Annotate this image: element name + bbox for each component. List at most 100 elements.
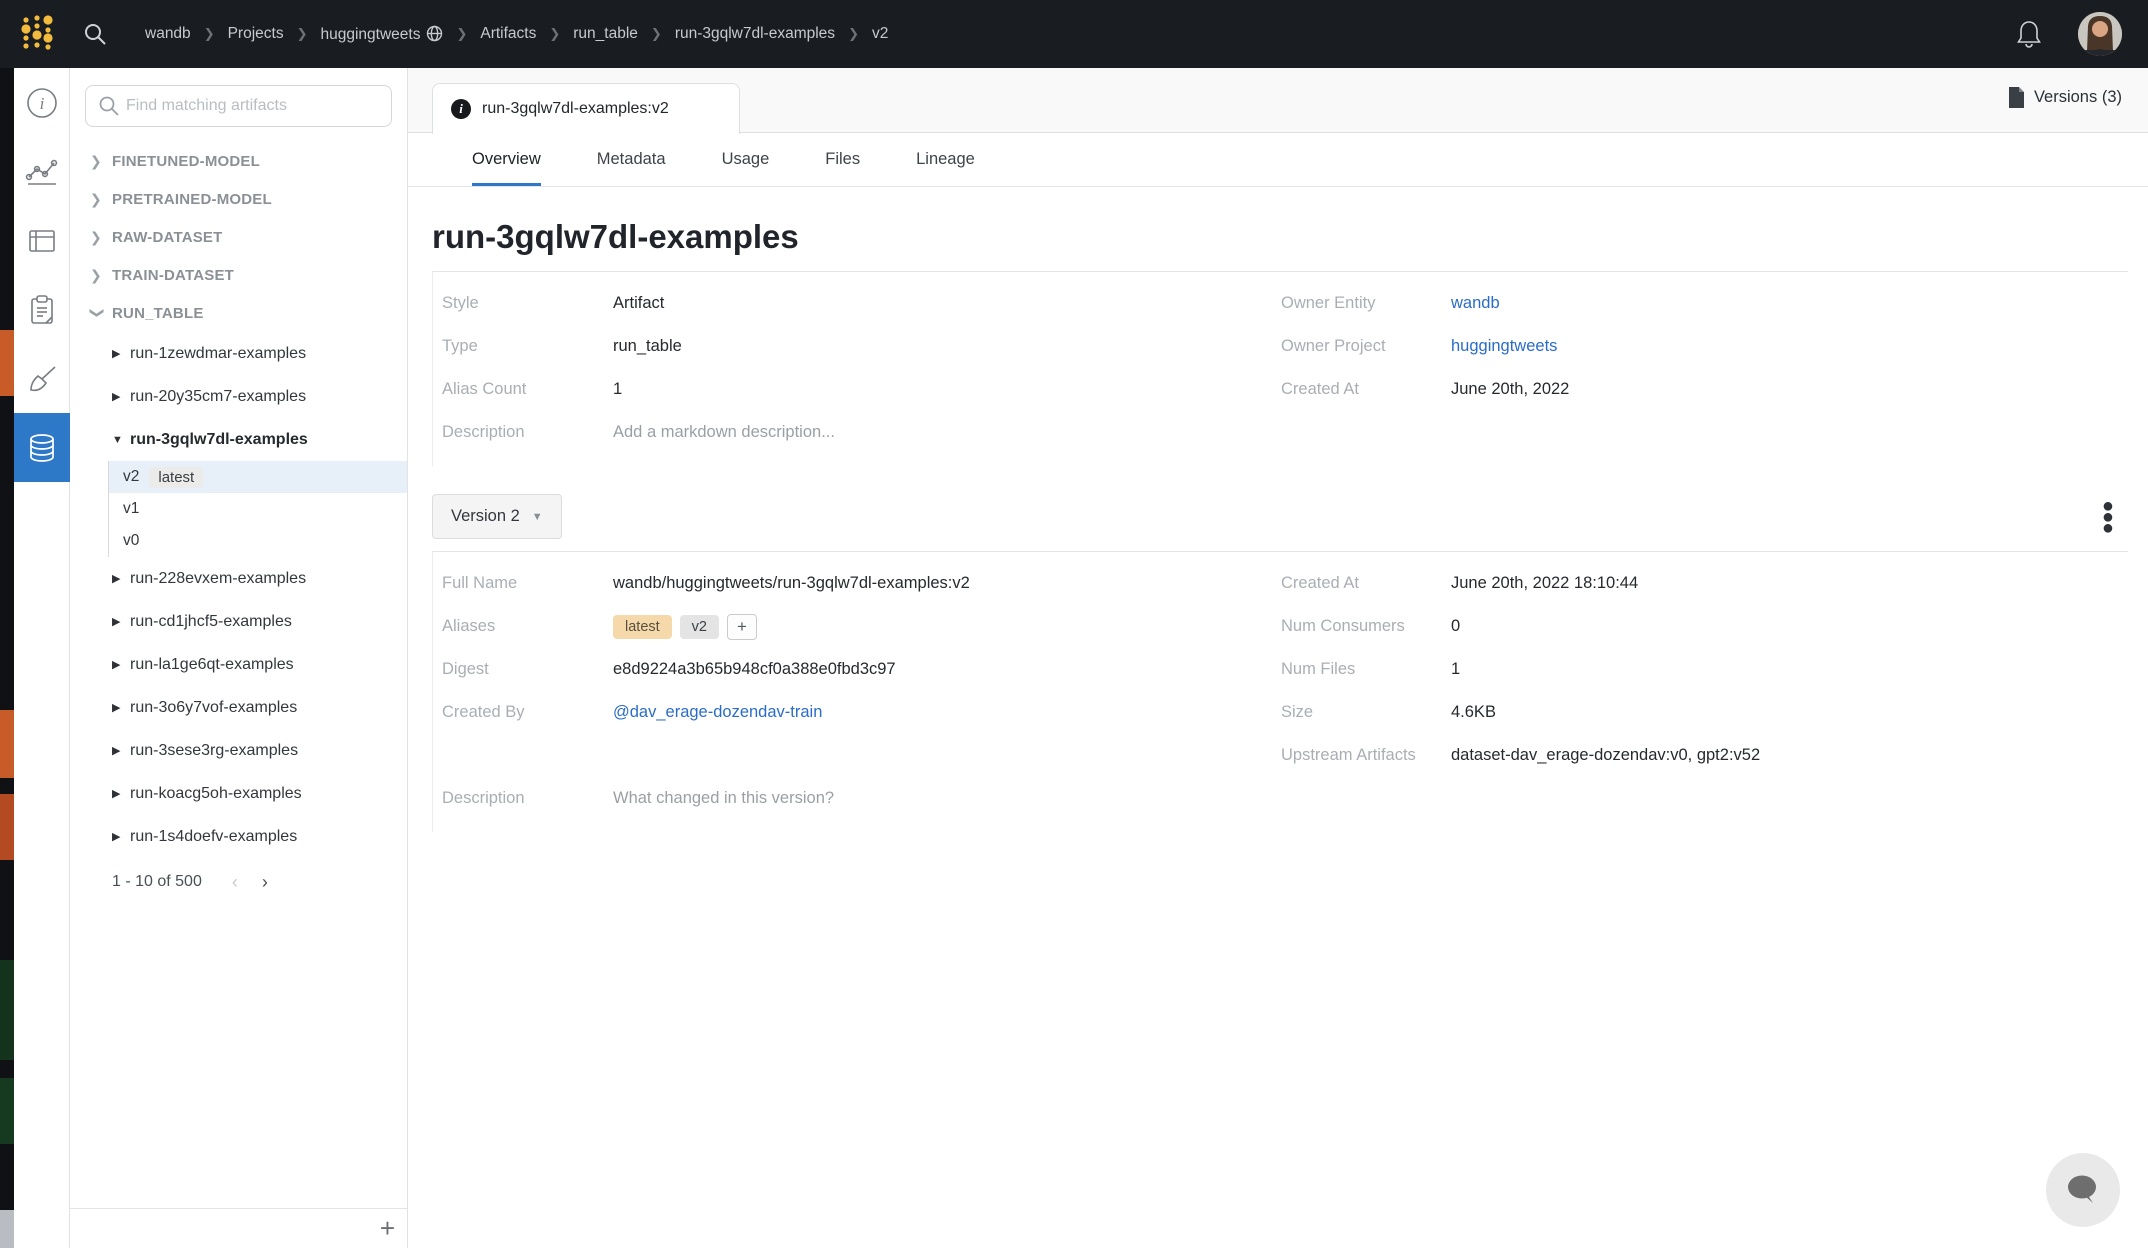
- search-icon: [98, 95, 120, 117]
- version-list: v2 latest v1 v0: [108, 461, 407, 557]
- field-size: Size 4.6KB: [1281, 691, 2128, 734]
- category-train-dataset[interactable]: ❯ TRAIN-DATASET: [70, 256, 407, 294]
- chevron-right-icon: ❯: [90, 229, 112, 246]
- field-label: Full Name: [442, 574, 613, 593]
- tab-usage[interactable]: Usage: [722, 133, 770, 186]
- field-label: Aliases: [442, 617, 613, 636]
- category-label: RUN_TABLE: [112, 305, 204, 322]
- rail-item-artifacts[interactable]: [14, 413, 70, 482]
- breadcrumb-artifact-type[interactable]: run_table: [573, 25, 638, 43]
- pagination-next-icon[interactable]: ›: [262, 872, 268, 893]
- versions-button[interactable]: Versions (3): [2008, 87, 2122, 108]
- chat-support-button[interactable]: [2046, 1153, 2120, 1227]
- triangle-right-icon: ▶: [112, 744, 130, 757]
- chevron-down-icon: ❯: [89, 307, 106, 329]
- field-label: Size: [1281, 703, 1451, 722]
- field-label: Num Files: [1281, 660, 1451, 679]
- artifact-doc-tab[interactable]: i run-3gqlw7dl-examples:v2: [432, 83, 740, 134]
- rail-item-info[interactable]: i: [14, 68, 70, 137]
- rail-item-sweeps[interactable]: [14, 344, 70, 413]
- owner-entity-link[interactable]: wandb: [1451, 294, 2128, 313]
- category-label: TRAIN-DATASET: [112, 267, 234, 284]
- run-item[interactable]: ▶ run-1zewdmar-examples: [70, 332, 407, 375]
- run-item[interactable]: ▶ run-cd1jhcf5-examples: [70, 600, 407, 643]
- breadcrumb-version[interactable]: v2: [872, 25, 888, 43]
- field-label: Num Consumers: [1281, 617, 1451, 636]
- pagination-prev-icon[interactable]: ‹: [232, 872, 238, 893]
- spacer-row: [433, 734, 1273, 777]
- description-placeholder[interactable]: Add a markdown description...: [613, 423, 1273, 442]
- file-icon: [2008, 87, 2025, 108]
- run-item-current[interactable]: ▼ run-3gqlw7dl-examples: [70, 418, 407, 461]
- rail-item-tables[interactable]: [14, 206, 70, 275]
- svg-text:i: i: [40, 94, 45, 113]
- category-pretrained-model[interactable]: ❯ PRETRAINED-MODEL: [70, 180, 407, 218]
- version-item-v1[interactable]: v1: [109, 493, 407, 525]
- run-item[interactable]: ▶ run-3sese3rg-examples: [70, 729, 407, 772]
- category-label: RAW-DATASET: [112, 229, 223, 246]
- run-label: run-3o6y7vof-examples: [130, 699, 297, 717]
- versions-button-label: Versions (3): [2034, 88, 2122, 107]
- category-run-table[interactable]: ❯ RUN_TABLE: [70, 294, 407, 332]
- run-label: run-1zewdmar-examples: [130, 345, 306, 363]
- triangle-right-icon: ▶: [112, 830, 130, 843]
- top-navbar: wandb ❯ Projects ❯ huggingtweets ❯ Artif…: [0, 0, 2148, 68]
- overflow-menu-icon[interactable]: ●●●: [2102, 500, 2114, 533]
- field-label: Style: [442, 294, 613, 313]
- doc-tab-title: run-3gqlw7dl-examples:v2: [482, 100, 669, 118]
- version-label: v0: [123, 532, 139, 550]
- run-item[interactable]: ▶ run-228evxem-examples: [70, 557, 407, 600]
- alias-chip-latest[interactable]: latest: [613, 615, 672, 639]
- tab-lineage[interactable]: Lineage: [916, 133, 975, 186]
- field-value: Artifact: [613, 294, 1273, 313]
- user-avatar[interactable]: [2078, 12, 2122, 56]
- created-by-link[interactable]: @dav_erage-dozendav-train: [613, 703, 1273, 722]
- run-item[interactable]: ▶ run-20y35cm7-examples: [70, 375, 407, 418]
- version-description-placeholder[interactable]: What changed in this version?: [613, 789, 1273, 808]
- page-title: run-3gqlw7dl-examples: [432, 218, 2128, 256]
- breadcrumb: wandb ❯ Projects ❯ huggingtweets ❯ Artif…: [136, 25, 897, 44]
- breadcrumb-artifact-name[interactable]: run-3gqlw7dl-examples: [675, 25, 835, 43]
- broom-icon: [25, 362, 59, 396]
- field-value: 4.6KB: [1451, 703, 2128, 722]
- tab-files[interactable]: Files: [825, 133, 860, 186]
- wandb-logo[interactable]: [14, 11, 60, 57]
- run-item[interactable]: ▶ run-koacg5oh-examples: [70, 772, 407, 815]
- chevron-right-icon: ❯: [90, 153, 112, 170]
- artifact-overview-section: Style Artifact Type run_table Alias Coun…: [432, 271, 2128, 466]
- artifacts-sidebar: ❯ FINETUNED-MODEL ❯ PRETRAINED-MODEL ❯ R…: [70, 68, 408, 1248]
- breadcrumb-artifacts[interactable]: Artifacts: [480, 25, 536, 43]
- tab-metadata[interactable]: Metadata: [597, 133, 666, 186]
- run-item[interactable]: ▶ run-la1ge6qt-examples: [70, 643, 407, 686]
- chat-bubble-icon: [2063, 1172, 2103, 1208]
- run-item[interactable]: ▶ run-1s4doefv-examples: [70, 815, 407, 858]
- run-item[interactable]: ▶ run-3o6y7vof-examples: [70, 686, 407, 729]
- add-alias-button[interactable]: +: [727, 614, 757, 640]
- notifications-bell-icon[interactable]: [2014, 18, 2044, 50]
- chevron-right-icon: ❯: [90, 191, 112, 208]
- breadcrumb-projects[interactable]: Projects: [228, 25, 284, 43]
- rail-item-logs[interactable]: [14, 275, 70, 344]
- owner-project-link[interactable]: huggingtweets: [1451, 337, 2128, 356]
- latest-badge: latest: [149, 467, 203, 488]
- category-finetuned-model[interactable]: ❯ FINETUNED-MODEL: [70, 142, 407, 180]
- chevron-down-icon: ▼: [532, 511, 543, 523]
- artifact-search-box[interactable]: [85, 85, 392, 127]
- version-item-v0[interactable]: v0: [109, 525, 407, 557]
- alias-chip-v2[interactable]: v2: [680, 615, 719, 639]
- artifact-tree: ❯ FINETUNED-MODEL ❯ PRETRAINED-MODEL ❯ R…: [70, 142, 407, 906]
- add-artifact-button[interactable]: +: [380, 1216, 395, 1240]
- breadcrumb-project[interactable]: huggingtweets: [321, 25, 444, 44]
- info-icon: i: [451, 99, 471, 119]
- rail-item-charts[interactable]: [14, 137, 70, 206]
- field-label: Alias Count: [442, 380, 613, 399]
- breadcrumb-separator: ❯: [549, 26, 560, 42]
- version-item-v2[interactable]: v2 latest: [109, 461, 407, 493]
- breadcrumb-entity[interactable]: wandb: [145, 25, 191, 43]
- category-raw-dataset[interactable]: ❯ RAW-DATASET: [70, 218, 407, 256]
- version-label: v2: [123, 468, 139, 486]
- version-dropdown-button[interactable]: Version 2 ▼: [432, 494, 562, 539]
- search-icon[interactable]: [82, 21, 108, 47]
- search-input[interactable]: [126, 97, 391, 115]
- tab-overview[interactable]: Overview: [472, 133, 541, 186]
